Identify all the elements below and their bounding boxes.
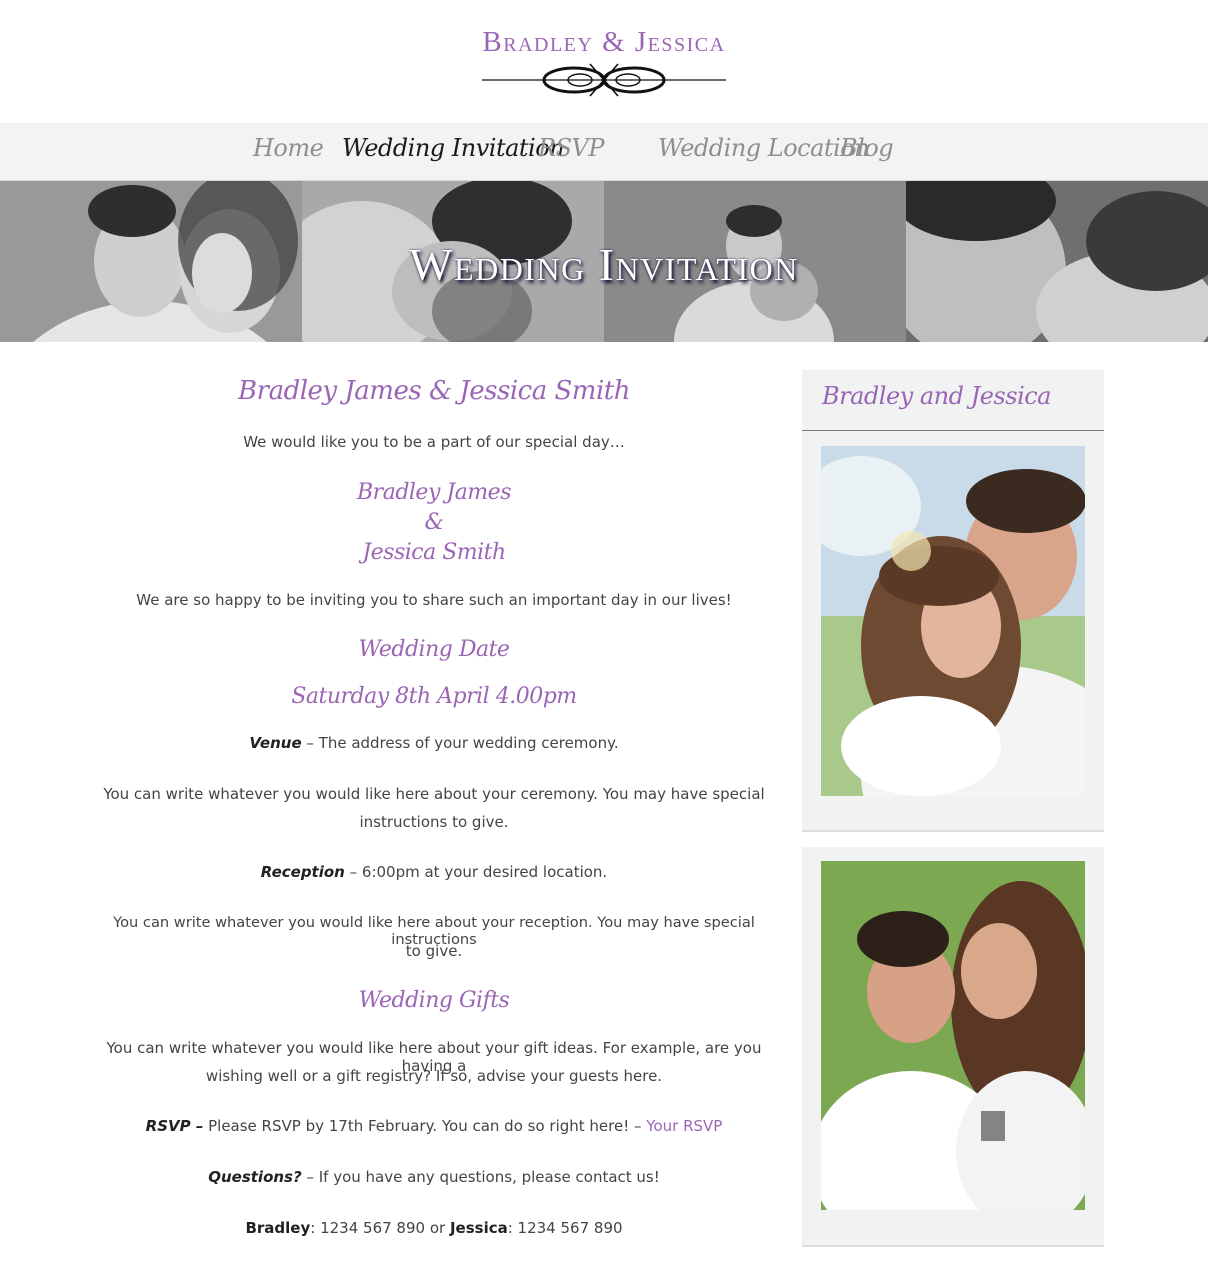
venue-line: Venue – The address of your wedding cere… xyxy=(96,734,772,752)
reception-text-2: to give. xyxy=(405,942,463,960)
main-nav: Home Wedding Invitation RSVP Wedding Loc… xyxy=(0,123,1208,181)
happy-text: We are so happy to be inviting you to sh… xyxy=(136,591,732,609)
sidebar-widget-photo-1: Bradley and Jessica xyxy=(802,370,1104,832)
wedding-date-heading: Wedding Date xyxy=(358,637,510,662)
nav-item-blog[interactable]: Blog xyxy=(840,134,894,162)
contact-name-jessica: Jessica xyxy=(449,1219,508,1237)
banner-title: Wedding Invitation xyxy=(409,239,799,290)
rsvp-label: RSVP – xyxy=(145,1117,204,1135)
nav-item-home[interactable]: Home xyxy=(253,134,324,162)
contact-name-bradley: Bradley xyxy=(245,1219,311,1237)
questions-line: Questions? – If you have any questions, … xyxy=(96,1168,772,1186)
couple-photo-1 xyxy=(821,446,1085,796)
nav-item-wedding-invitation[interactable]: Wedding Invitation xyxy=(342,134,565,162)
groom-name: Bradley James xyxy=(357,480,511,505)
couple-photo-2 xyxy=(821,861,1085,1210)
reception-label: Reception xyxy=(260,863,345,881)
sidebar-widget-photo-2 xyxy=(802,847,1104,1247)
ceremony-text-1: You can write whatever you would like he… xyxy=(103,785,765,803)
intro-text: We would like you to be a part of our sp… xyxy=(243,433,625,451)
scroll-ornament-icon xyxy=(482,63,726,97)
widget-title: Bradley and Jessica xyxy=(822,382,1052,410)
questions-text: – If you have any questions, please cont… xyxy=(301,1168,660,1186)
gifts-text-2: wishing well or a gift registry? If so, … xyxy=(205,1067,663,1085)
reception-text: – 6:00pm at your desired location. xyxy=(344,863,608,881)
site-title[interactable]: Bradley & Jessica xyxy=(0,26,1208,59)
venue-label: Venue xyxy=(249,734,302,752)
contact-line: Bradley: 1234 567 890 or Jessica: 1234 5… xyxy=(96,1219,772,1237)
site-header: Bradley & Jessica xyxy=(0,0,1208,123)
wedding-gifts-heading: Wedding Gifts xyxy=(358,988,510,1013)
couple-heading: Bradley James & Jessica Smith xyxy=(238,376,630,406)
rsvp-link[interactable]: Your RSVP xyxy=(646,1117,722,1135)
nav-item-rsvp[interactable]: RSVP xyxy=(538,134,605,162)
rsvp-text: Please RSVP by 17th February. You can do… xyxy=(203,1117,647,1135)
venue-text: – The address of your wedding ceremony. xyxy=(301,734,619,752)
nav-item-wedding-location[interactable]: Wedding Location xyxy=(658,134,870,162)
bride-name: Jessica Smith xyxy=(362,540,506,565)
contact-phone-bradley: : 1234 567 890 or xyxy=(310,1219,450,1237)
contact-phone-jessica: : 1234 567 890 xyxy=(507,1219,623,1237)
wedding-date-value: Saturday 8th April 4.00pm xyxy=(291,684,577,709)
questions-label: Questions? xyxy=(208,1168,302,1186)
ampersand: & xyxy=(424,510,444,535)
rsvp-line: RSVP – Please RSVP by 17th February. You… xyxy=(96,1117,772,1135)
ceremony-text-2: instructions to give. xyxy=(359,813,509,831)
reception-line: Reception – 6:00pm at your desired locat… xyxy=(96,863,772,881)
widget-divider xyxy=(802,430,1104,431)
